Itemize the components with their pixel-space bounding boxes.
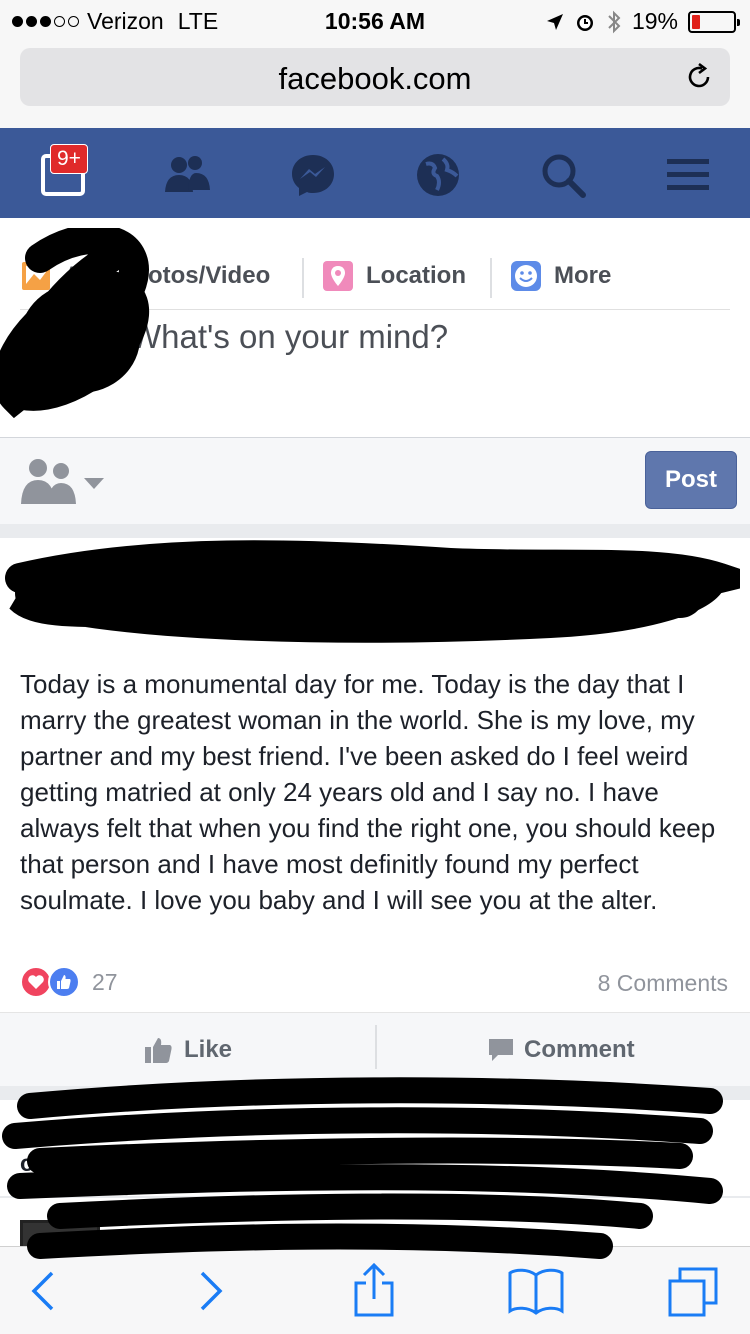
menu-icon[interactable] <box>663 150 713 200</box>
friends-audience-icon[interactable] <box>18 456 108 506</box>
forward-icon[interactable] <box>180 1263 240 1319</box>
smiley-icon <box>511 261 541 291</box>
add-photos-video-button[interactable]: Add Photos/Video <box>20 260 270 292</box>
like-reaction-icon <box>48 966 80 998</box>
alarm-icon <box>576 14 593 31</box>
comment-button[interactable]: Comment <box>488 1013 635 1087</box>
reaction-count: 27 <box>92 968 118 995</box>
story-action-bar: Like Comment <box>0 1012 750 1086</box>
bookmarks-icon[interactable] <box>506 1263 566 1319</box>
location-pin-icon <box>323 261 353 291</box>
globe-icon[interactable] <box>413 150 463 200</box>
thumbs-up-icon <box>145 1038 172 1063</box>
comments-divider <box>0 1196 750 1198</box>
whats-on-your-mind-input[interactable]: What's on your mind? <box>130 318 448 356</box>
facebook-top-nav: 9+ <box>0 128 750 218</box>
feed-story: Today is a monumental day for me. Today … <box>0 538 750 1086</box>
tabs-icon[interactable] <box>664 1263 724 1319</box>
likes-line: others like <box>20 1150 136 1176</box>
friends-icon[interactable] <box>162 150 212 200</box>
safari-toolbar <box>0 1246 750 1334</box>
status-bar: Verizon LTE 10:56 AM 19% <box>0 0 750 40</box>
post-button[interactable]: Post <box>645 451 737 509</box>
reactions-summary[interactable]: 27 <box>20 966 118 998</box>
audience-bar: Post <box>0 438 750 524</box>
browser-address-area: facebook.com <box>0 40 750 128</box>
messenger-icon[interactable] <box>288 150 338 200</box>
url-text: facebook.com <box>278 61 472 96</box>
back-icon[interactable] <box>14 1263 74 1319</box>
comments-preview: others like <box>0 1100 750 1248</box>
search-icon[interactable] <box>538 150 588 200</box>
action-divider <box>490 258 492 298</box>
battery-icon <box>688 10 740 33</box>
more-button[interactable]: More <box>510 260 611 292</box>
action-divider <box>375 1025 377 1069</box>
story-message: Today is a monumental day for me. Today … <box>20 669 716 915</box>
reload-icon[interactable] <box>684 62 714 92</box>
location-arrow-icon <box>546 13 563 30</box>
address-bar[interactable]: facebook.com <box>20 48 730 106</box>
status-composer: Add Photos/Video Location More What's on… <box>0 218 750 438</box>
comment-count-link[interactable]: 8 Comments <box>598 970 728 997</box>
action-divider <box>302 258 304 298</box>
avatar[interactable] <box>20 1220 100 1248</box>
notification-badge: 9+ <box>50 144 88 174</box>
photo-icon <box>22 262 50 290</box>
location-button[interactable]: Location <box>322 260 466 292</box>
bluetooth-icon <box>608 10 621 33</box>
like-button[interactable]: Like <box>144 1013 232 1087</box>
battery-percent: 19% <box>631 8 678 34</box>
composer-actions: Add Photos/Video Location More <box>20 238 730 310</box>
status-indicators: 19% <box>546 8 740 35</box>
comment-bubble-icon <box>489 1039 513 1061</box>
share-icon[interactable] <box>344 1263 404 1319</box>
